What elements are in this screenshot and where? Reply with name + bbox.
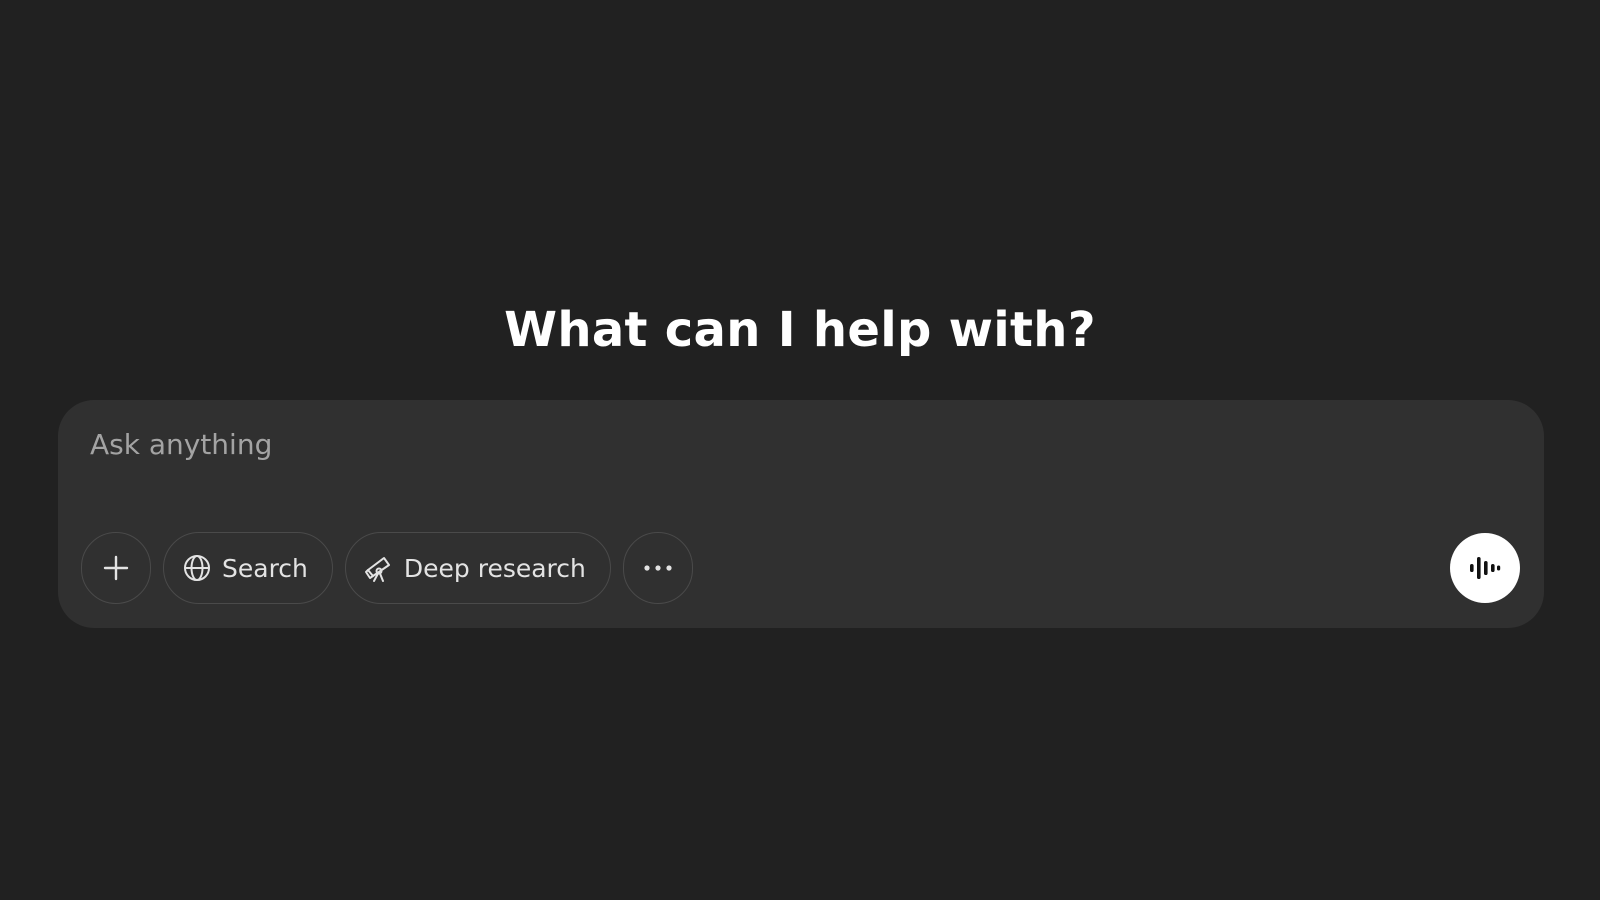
telescope-icon — [364, 553, 394, 583]
prompt-composer: Search Deep research — [58, 400, 1544, 628]
voice-mode-button[interactable] — [1450, 533, 1520, 603]
more-tools-button[interactable] — [622, 532, 693, 604]
page-heading: What can I help with? — [504, 302, 1096, 358]
chat-home-page: What can I help with? Ask anything Searc… — [0, 0, 1600, 900]
composer-toolbar: Search Deep research — [81, 532, 693, 604]
deep-research-button[interactable]: Deep research — [344, 532, 611, 604]
ellipsis-icon — [643, 564, 673, 572]
search-button-label: Search — [222, 553, 308, 583]
deep-research-button-label: Deep research — [403, 553, 586, 583]
voice-waveform-icon — [1468, 553, 1502, 583]
add-attachment-button[interactable] — [81, 532, 151, 604]
prompt-input[interactable] — [90, 424, 1490, 464]
plus-icon — [102, 554, 130, 582]
globe-icon — [182, 553, 212, 583]
search-button[interactable]: Search — [163, 532, 333, 604]
